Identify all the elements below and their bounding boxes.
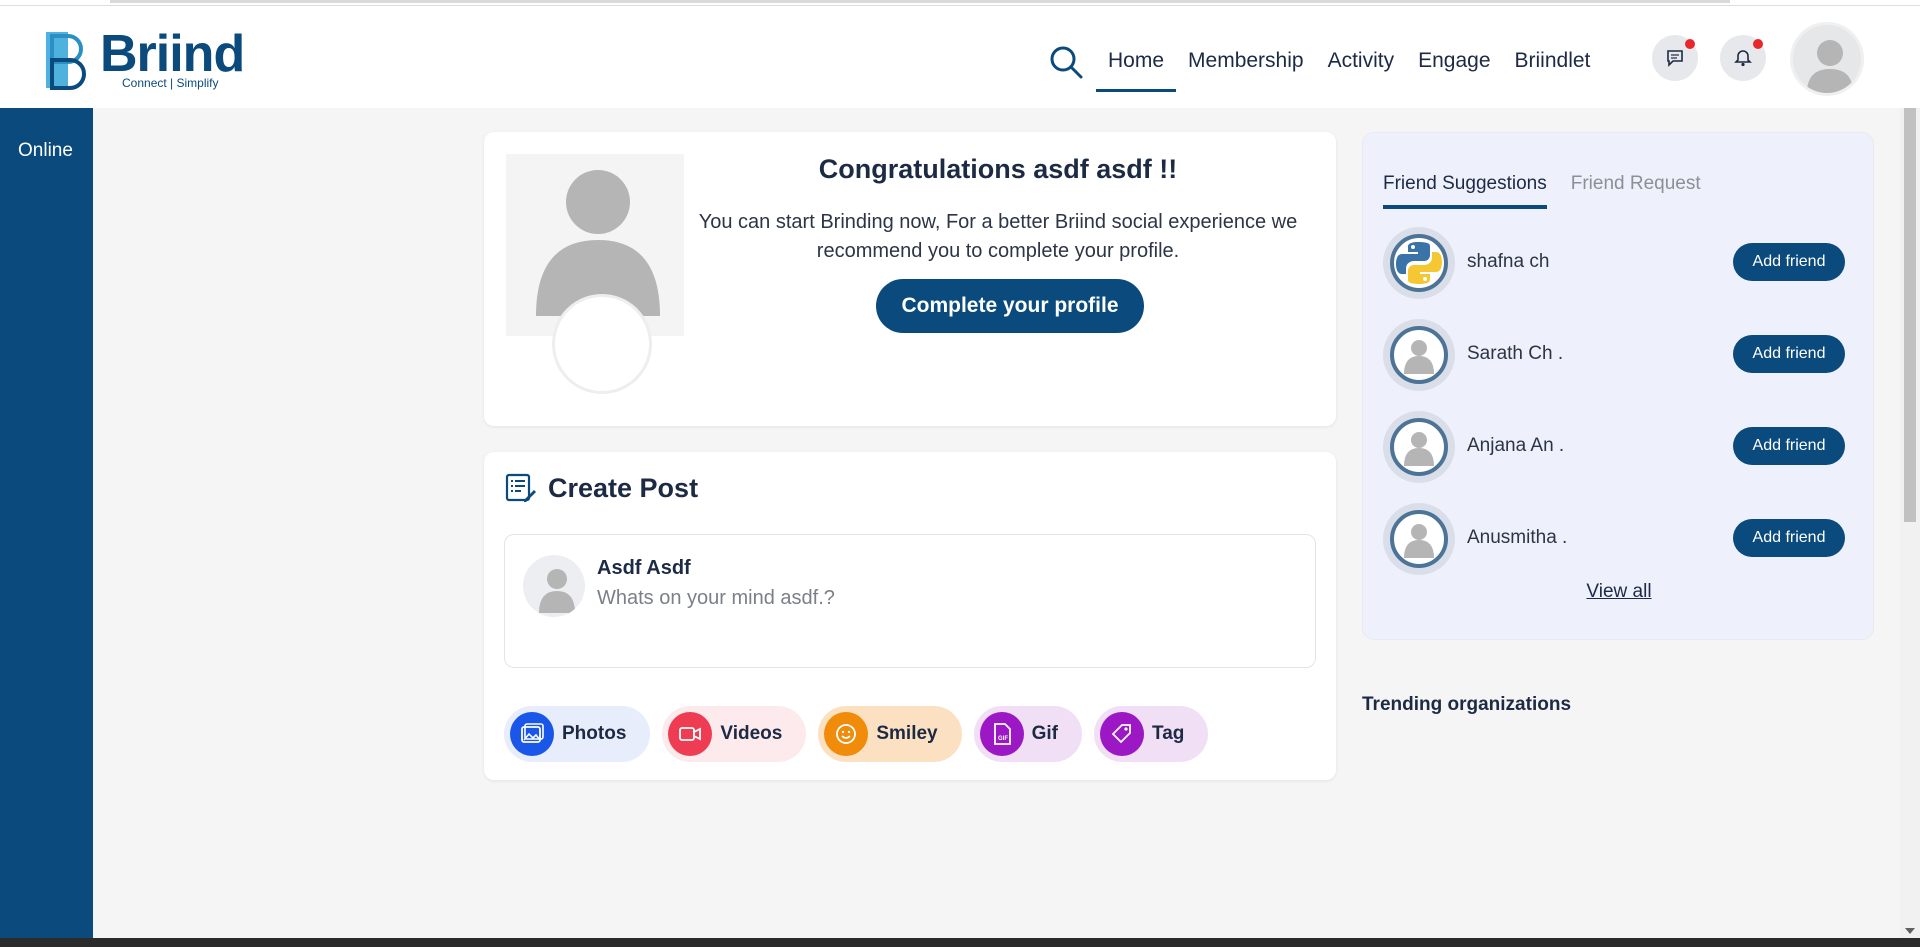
brand-name: Briind xyxy=(100,25,245,83)
friend-name[interactable]: Anusmitha . xyxy=(1467,527,1567,549)
photos-button[interactable]: Photos xyxy=(504,706,651,762)
create-post-card: Create Post Asdf Asdf Whats on your mind… xyxy=(484,452,1336,780)
messages-button[interactable] xyxy=(1652,35,1698,81)
friend-row: Anjana An . Add friend xyxy=(1383,409,1853,485)
tag-label: Tag xyxy=(1152,723,1185,744)
post-list-icon xyxy=(505,473,536,502)
top-header: Briind Connect | Simplify Home Membershi… xyxy=(0,6,1920,108)
profile-photo-ring[interactable] xyxy=(552,294,652,394)
message-badge xyxy=(1685,39,1695,49)
friend-avatar[interactable] xyxy=(1383,411,1455,483)
profile-avatar[interactable] xyxy=(1790,22,1864,96)
message-icon xyxy=(1667,50,1683,67)
add-friend-button[interactable]: Add friend xyxy=(1733,335,1845,373)
create-post-title: Create Post xyxy=(548,472,699,503)
friend-row: Anusmitha . Add friend xyxy=(1383,501,1853,577)
photos-label: Photos xyxy=(562,723,627,744)
friend-name[interactable]: Anjana An . xyxy=(1467,435,1564,457)
friend-name[interactable]: Sarath Ch . xyxy=(1467,343,1563,365)
notification-badge xyxy=(1753,39,1763,49)
friend-tabs: Friend Suggestions Friend Request xyxy=(1383,173,1701,209)
friend-name[interactable]: shafna ch xyxy=(1467,251,1549,273)
friend-avatar[interactable] xyxy=(1383,503,1455,575)
page-scrollbar[interactable] xyxy=(1900,108,1920,938)
scrollbar-thumb[interactable] xyxy=(1904,108,1916,522)
tab-friend-suggestions[interactable]: Friend Suggestions xyxy=(1383,173,1547,209)
bell-icon xyxy=(1734,50,1752,67)
friend-row: Sarath Ch . Add friend xyxy=(1383,317,1853,393)
gif-icon: GIF xyxy=(979,712,1024,756)
tag-icon xyxy=(1100,712,1145,756)
user-silhouette-icon xyxy=(1404,432,1434,466)
composer-avatar xyxy=(523,555,585,617)
smiley-button[interactable]: Smiley xyxy=(818,706,962,762)
nav-membership[interactable]: Membership xyxy=(1176,32,1316,92)
brand-tagline: Connect | Simplify xyxy=(122,76,219,90)
smiley-icon xyxy=(824,712,869,756)
add-friend-button[interactable]: Add friend xyxy=(1733,427,1845,465)
online-label: Online xyxy=(18,140,73,161)
scroll-down-arrow-icon[interactable] xyxy=(1905,928,1915,934)
briind-logo-mark-icon xyxy=(46,32,86,90)
user-silhouette-icon xyxy=(1807,40,1853,93)
nav-engage[interactable]: Engage xyxy=(1406,32,1502,92)
post-composer[interactable]: Asdf Asdf Whats on your mind asdf.? xyxy=(504,534,1316,668)
trending-organizations-title: Trending organizations xyxy=(1362,694,1572,715)
post-actions: Photos Videos Smiley GIF Gif Tag xyxy=(504,706,1209,762)
user-silhouette-icon xyxy=(539,569,575,613)
tag-button[interactable]: Tag xyxy=(1094,706,1209,762)
friend-suggestions-card: Friend Suggestions Friend Request shafna… xyxy=(1362,132,1874,640)
create-post-header: Create Post xyxy=(504,472,698,504)
main-nav: Home Membership Activity Engage Briindle… xyxy=(1096,32,1602,92)
view-all-link[interactable]: View all xyxy=(1363,581,1875,603)
nav-briindlet[interactable]: Briindlet xyxy=(1503,32,1603,92)
congrats-title: Congratulations asdf asdf !! xyxy=(818,154,1178,184)
congrats-card: Congratulations asdf asdf !! You can sta… xyxy=(484,132,1336,426)
smiley-label: Smiley xyxy=(876,723,938,744)
user-silhouette-icon xyxy=(1404,340,1434,374)
window-bottom-edge xyxy=(0,938,1920,947)
nav-home[interactable]: Home xyxy=(1096,32,1177,92)
tab-friend-request[interactable]: Friend Request xyxy=(1571,173,1701,209)
search-icon[interactable] xyxy=(1048,44,1084,80)
online-sidebar: Online xyxy=(0,108,93,938)
briind-logo[interactable]: Briind Connect | Simplify xyxy=(44,25,254,96)
complete-profile-button[interactable]: Complete your profile xyxy=(876,279,1144,333)
friend-avatar[interactable] xyxy=(1383,319,1455,391)
svg-text:GIF: GIF xyxy=(998,736,1008,742)
friend-row: shafna ch Add friend xyxy=(1383,225,1853,301)
gif-label: Gif xyxy=(1031,723,1059,744)
composer-user-name: Asdf Asdf xyxy=(597,557,691,579)
add-friend-button[interactable]: Add friend xyxy=(1733,519,1845,557)
add-friend-button[interactable]: Add friend xyxy=(1733,243,1845,281)
videos-label: Videos xyxy=(720,723,783,744)
gif-button[interactable]: GIF Gif xyxy=(973,706,1083,762)
image-icon xyxy=(510,712,554,756)
video-icon xyxy=(668,712,713,756)
congrats-message: You can start Brinding now, For a better… xyxy=(698,211,1298,262)
user-silhouette-icon xyxy=(1404,524,1434,558)
friend-avatar[interactable] xyxy=(1383,227,1455,299)
videos-button[interactable]: Videos xyxy=(662,706,807,762)
python-logo-icon xyxy=(1396,242,1442,284)
composer-placeholder[interactable]: Whats on your mind asdf.? xyxy=(597,587,835,610)
nav-activity[interactable]: Activity xyxy=(1316,32,1407,92)
notifications-button[interactable] xyxy=(1720,35,1766,81)
